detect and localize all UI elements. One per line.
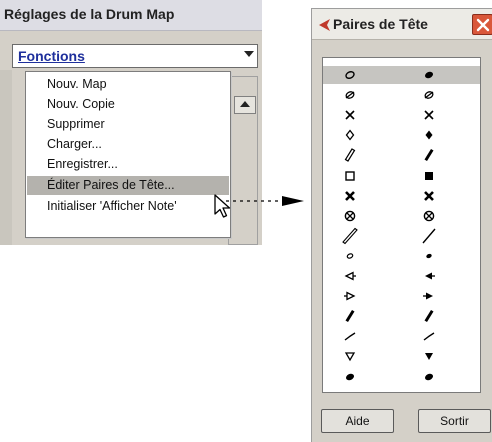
app-logo-icon [319, 19, 330, 31]
head-pair-row[interactable] [323, 126, 480, 144]
head-pair-row[interactable] [323, 347, 480, 365]
slash-filled-icon [424, 310, 434, 323]
menu-item-load[interactable]: Charger... [27, 135, 229, 154]
diamond-open-icon [345, 129, 355, 141]
close-icon [476, 18, 490, 32]
note-slash-icon [345, 91, 355, 99]
functions-menu: Nouv. Map Nouv. Copie Supprimer Charger.… [25, 71, 231, 238]
dialog-titlebar[interactable]: Paires de Tête [312, 9, 492, 40]
menu-item-init-show-note[interactable]: Initialiser 'Afficher Note' [27, 197, 229, 216]
head-pair-row[interactable] [323, 227, 480, 245]
head-pair-row[interactable] [323, 187, 480, 205]
slash-open-icon [344, 148, 356, 163]
triangle-left-open-icon [344, 271, 356, 281]
circle-x-icon [344, 210, 356, 221]
note-open-icon [345, 71, 355, 79]
menu-item-new-copy[interactable]: Nouv. Copie [27, 95, 229, 114]
head-pair-row[interactable] [323, 287, 480, 305]
arrow-up-icon [240, 101, 250, 107]
functions-label: Fonctions [18, 48, 85, 64]
note-filled-icon [424, 71, 434, 79]
panel-left-edge [0, 70, 12, 245]
panel-title: Réglages de la Drum Map [4, 6, 175, 22]
x-icon [424, 110, 434, 120]
menu-item-delete[interactable]: Supprimer [27, 115, 229, 134]
chevron-down-icon[interactable] [244, 51, 254, 57]
dialog-title: Paires de Tête [333, 16, 428, 32]
triangle-right-filled-icon [423, 292, 433, 300]
x-bold-icon [424, 190, 434, 201]
triangle-down-filled-icon [425, 353, 433, 361]
head-pair-row[interactable] [323, 327, 480, 345]
drum-map-settings-panel: Réglages de la Drum Map Fonctions Nouv. … [0, 0, 262, 245]
head-pair-row[interactable] [323, 106, 480, 124]
menu-item-new-map[interactable]: Nouv. Map [27, 75, 229, 94]
small-note-open-icon [346, 253, 354, 259]
head-pair-row[interactable] [323, 167, 480, 185]
head-pair-row[interactable] [323, 307, 480, 325]
triangle-left-filled-icon [425, 272, 435, 280]
close-button[interactable] [472, 14, 492, 35]
menu-item-edit-head-pairs[interactable]: Éditer Paires de Tête... [27, 176, 229, 195]
head-pair-row[interactable] [323, 247, 480, 265]
diamond-filled-icon [425, 130, 433, 140]
note-filled-icon [345, 373, 355, 380]
slash-filled-icon [345, 310, 355, 323]
triangle-down-open-icon [344, 352, 356, 362]
head-pairs-list[interactable] [322, 57, 481, 393]
tick-icon [344, 332, 356, 341]
scroll-up-button[interactable] [234, 96, 256, 114]
note-filled-icon [424, 373, 434, 380]
long-slash-open-icon [342, 227, 358, 245]
panel-header: Réglages de la Drum Map [0, 0, 262, 31]
menu-item-save[interactable]: Enregistrer... [27, 155, 229, 174]
head-pair-row[interactable] [323, 146, 480, 164]
x-icon [345, 110, 355, 120]
head-pairs-dialog: Paires de Tête Aide Sortir [311, 8, 492, 442]
tick-icon [423, 332, 435, 341]
exit-button[interactable]: Sortir [418, 409, 491, 433]
square-open-icon [345, 170, 355, 181]
circle-x-icon [423, 210, 435, 221]
long-slash-icon [422, 228, 436, 244]
head-pair-row[interactable] [323, 86, 480, 104]
dotted-arrow-icon [226, 196, 304, 206]
head-pair-row[interactable] [323, 267, 480, 285]
slash-filled-icon [424, 149, 434, 162]
small-note-filled-icon [426, 253, 432, 259]
functions-dropdown[interactable]: Fonctions [12, 44, 258, 68]
x-bold-icon [345, 190, 355, 201]
head-pair-row[interactable] [323, 207, 480, 225]
head-pair-row[interactable] [323, 66, 480, 84]
triangle-right-open-icon [344, 291, 356, 301]
note-slash-icon [424, 91, 434, 99]
square-filled-icon [425, 171, 433, 180]
help-button[interactable]: Aide [321, 409, 394, 433]
head-pair-row[interactable] [323, 368, 480, 386]
